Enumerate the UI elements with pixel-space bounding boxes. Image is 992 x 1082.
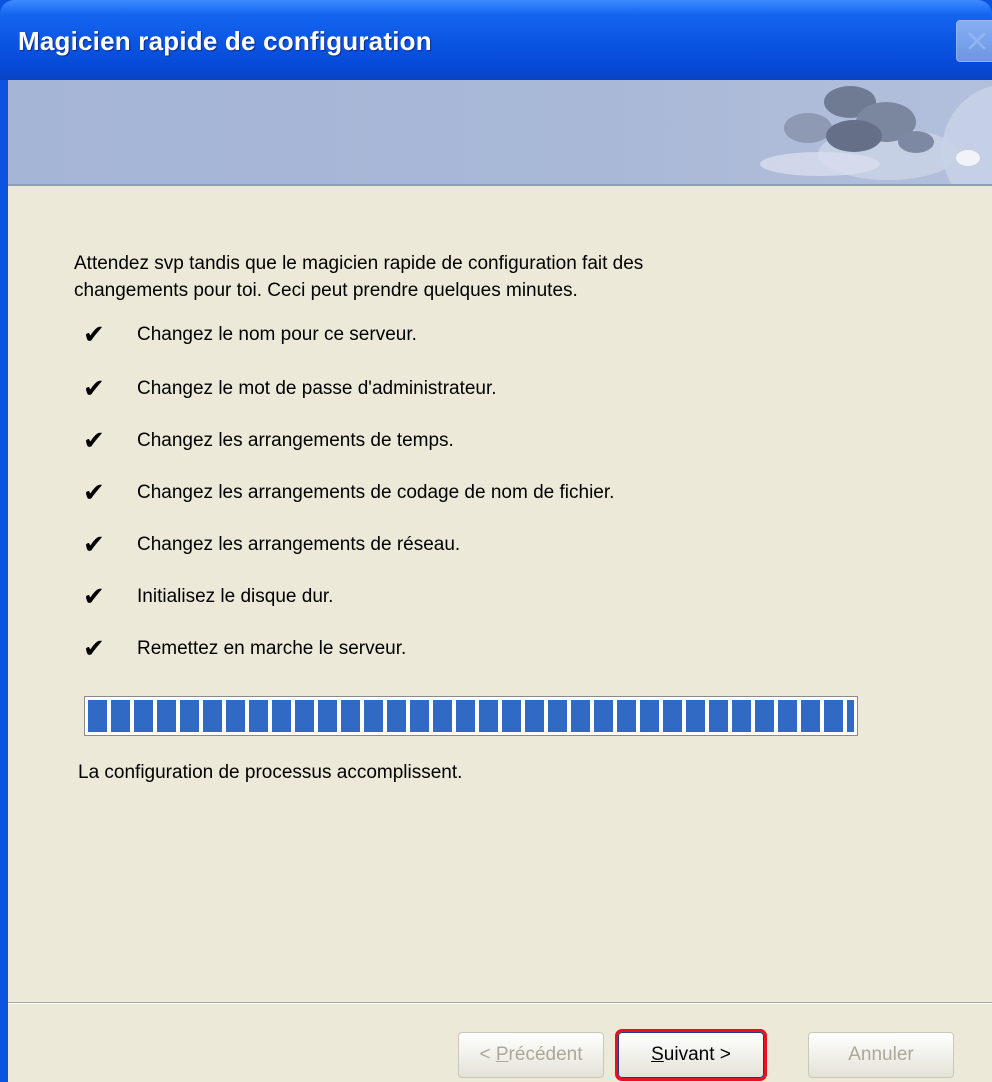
step-item: ✔ Changez les arrangements de temps. (83, 426, 454, 456)
step-item: ✔ Changez le nom pour ce serveur. (83, 320, 417, 350)
progress-bar (84, 696, 858, 736)
window-title: Magicien rapide de configuration (18, 26, 432, 56)
intro-text: Attendez svp tandis que le magicien rapi… (74, 253, 644, 301)
check-icon: ✔ (83, 530, 105, 560)
check-icon: ✔ (83, 582, 105, 612)
close-icon (968, 32, 986, 50)
wizard-body: Attendez svp tandis que le magicien rapi… (8, 80, 992, 1082)
step-item: ✔ Changez les arrangements de réseau. (83, 530, 460, 560)
check-icon: ✔ (83, 374, 105, 404)
progress-caption: La configuration de processus accompliss… (78, 762, 463, 783)
next-button-rest: uivant > (663, 1044, 731, 1065)
wizard-window: Magicien rapide de configuration Attende… (0, 0, 992, 1082)
close-button[interactable] (956, 20, 992, 62)
back-button-prefix: < (479, 1044, 496, 1065)
back-button-rest: récédent (508, 1044, 583, 1065)
step-item: ✔ Initialisez le disque dur. (83, 582, 333, 612)
check-icon: ✔ (83, 478, 105, 508)
header-banner (8, 80, 992, 186)
step-label: Remettez en marche le serveur. (137, 638, 407, 659)
back-button[interactable]: < Précédent (458, 1032, 604, 1078)
step-label: Changez les arrangements de temps. (137, 430, 454, 451)
step-label: Changez le nom pour ce serveur. (137, 324, 417, 345)
step-item: ✔ Remettez en marche le serveur. (83, 634, 406, 664)
progress-fill (88, 700, 854, 732)
next-button[interactable]: Suivant > (615, 1029, 767, 1081)
banner-decoration (760, 85, 992, 184)
check-icon: ✔ (83, 426, 105, 456)
back-button-accel: P (495, 1044, 509, 1065)
step-label: Changez les arrangements de réseau. (137, 534, 461, 555)
next-button-accel: S (651, 1044, 664, 1065)
step-label: Changez le mot de passe d'administrateur… (137, 378, 497, 399)
footer-separator (8, 1002, 992, 1004)
step-item: ✔ Changez le mot de passe d'administrate… (83, 374, 497, 404)
cancel-button[interactable]: Annuler (808, 1032, 954, 1078)
step-label: Initialisez le disque dur. (137, 586, 334, 607)
check-icon: ✔ (83, 320, 105, 350)
title-bar[interactable]: Magicien rapide de configuration (0, 0, 992, 80)
check-icon: ✔ (83, 634, 105, 664)
step-item: ✔ Changez les arrangements de codage de … (83, 478, 614, 508)
step-label: Changez les arrangements de codage de no… (137, 482, 615, 503)
